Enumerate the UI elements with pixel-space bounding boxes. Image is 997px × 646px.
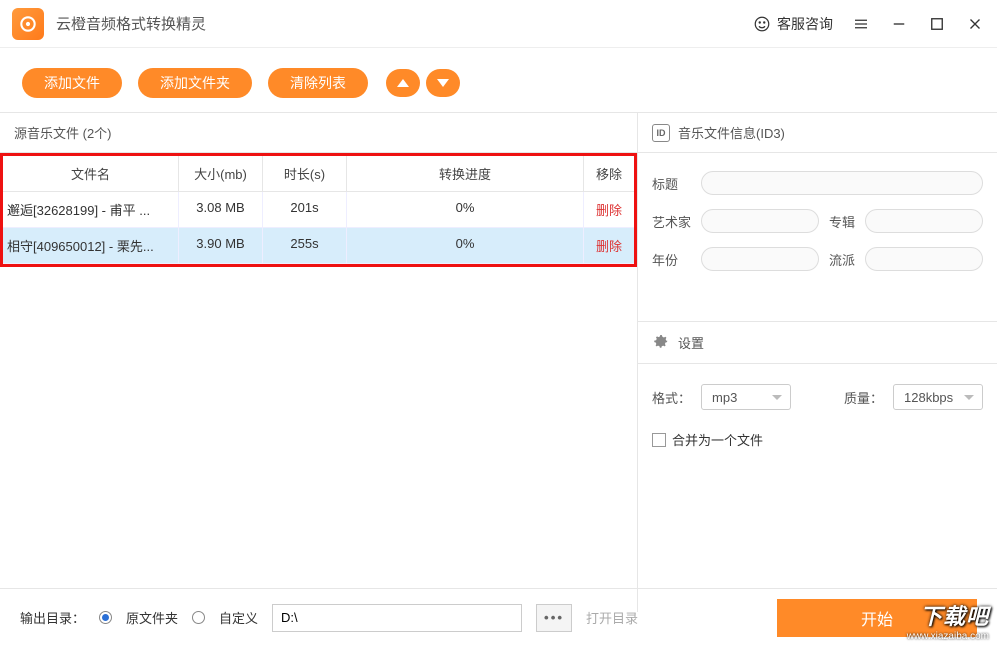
start-button[interactable]: 开始 xyxy=(777,599,977,637)
artist-label: 艺术家 xyxy=(652,212,691,231)
format-select[interactable]: mp3 xyxy=(701,384,791,410)
radio-original-folder[interactable] xyxy=(99,611,112,624)
move-up-button[interactable] xyxy=(386,69,420,97)
table-row[interactable]: 邂逅[32628199] - 甫平 ... 3.08 MB 201s 0% 删除 xyxy=(3,192,634,228)
radio-custom[interactable] xyxy=(192,611,205,624)
support-label: 客服咨询 xyxy=(777,14,833,34)
title-label: 标题 xyxy=(652,174,691,193)
settings-panel: 设置 格式： mp3 质量： 128kbps 合并为一个文件 xyxy=(638,321,997,469)
col-filename: 文件名 xyxy=(3,156,179,191)
custom-label: 自定义 xyxy=(219,608,258,627)
table-header: 文件名 大小(mb) 时长(s) 转换进度 移除 xyxy=(3,153,634,192)
main: 源音乐文件 (2个) 文件名 大小(mb) 时长(s) 转换进度 移除 邂逅[3… xyxy=(0,112,997,612)
id3-header: ID 音乐文件信息(ID3) xyxy=(638,113,997,153)
col-size: 大小(mb) xyxy=(179,156,263,191)
title-field[interactable] xyxy=(701,171,983,195)
browse-button[interactable]: ••• xyxy=(536,604,572,632)
col-remove: 移除 xyxy=(584,156,634,191)
genre-label: 流派 xyxy=(829,250,855,269)
output-path-input[interactable] xyxy=(272,604,522,632)
cell-duration: 255s xyxy=(263,228,347,263)
cell-filename: 相守[409650012] - 栗先... xyxy=(3,228,179,263)
close-icon[interactable] xyxy=(965,14,985,34)
original-folder-label: 原文件夹 xyxy=(126,608,178,627)
add-file-button[interactable]: 添加文件 xyxy=(22,68,122,98)
titlebar: 云橙音频格式转换精灵 客服咨询 xyxy=(0,0,997,48)
maximize-icon[interactable] xyxy=(927,14,947,34)
app-logo-icon xyxy=(12,8,44,40)
move-down-button[interactable] xyxy=(426,69,460,97)
left-panel: 源音乐文件 (2个) 文件名 大小(mb) 时长(s) 转换进度 移除 邂逅[3… xyxy=(0,112,637,612)
gear-icon xyxy=(652,332,670,353)
merge-label: 合并为一个文件 xyxy=(672,430,763,449)
col-progress: 转换进度 xyxy=(347,156,584,191)
cell-size: 3.08 MB xyxy=(179,192,263,227)
delete-button[interactable]: 删除 xyxy=(584,192,634,227)
quality-label: 质量： xyxy=(844,388,883,407)
album-label: 专辑 xyxy=(829,212,855,231)
open-dir-link[interactable]: 打开目录 xyxy=(586,608,638,627)
format-label: 格式： xyxy=(652,388,691,407)
genre-field[interactable] xyxy=(865,247,983,271)
year-label: 年份 xyxy=(652,250,691,269)
id3-form: 标题 艺术家 专辑 年份 流派 xyxy=(638,153,997,281)
delete-button[interactable]: 删除 xyxy=(584,228,634,263)
cell-duration: 201s xyxy=(263,192,347,227)
source-files-header: 源音乐文件 (2个) xyxy=(0,113,637,153)
output-dir-label: 输出目录： xyxy=(20,608,85,627)
support-button[interactable]: 客服咨询 xyxy=(753,14,833,34)
toolbar: 添加文件 添加文件夹 清除列表 xyxy=(0,48,997,112)
add-folder-button[interactable]: 添加文件夹 xyxy=(138,68,252,98)
clear-list-button[interactable]: 清除列表 xyxy=(268,68,368,98)
cell-progress: 0% xyxy=(347,192,584,227)
cell-size: 3.90 MB xyxy=(179,228,263,263)
id-badge-icon: ID xyxy=(652,124,670,142)
minimize-icon[interactable] xyxy=(889,14,909,34)
table-row[interactable]: 相守[409650012] - 栗先... 3.90 MB 255s 0% 删除 xyxy=(3,228,634,264)
app-title: 云橙音频格式转换精灵 xyxy=(56,13,206,34)
menu-icon[interactable] xyxy=(851,14,871,34)
col-duration: 时长(s) xyxy=(263,156,347,191)
cell-progress: 0% xyxy=(347,228,584,263)
merge-checkbox[interactable] xyxy=(652,433,666,447)
bottom-bar: 输出目录： 原文件夹 自定义 ••• 打开目录 开始 xyxy=(0,588,997,646)
merge-checkbox-row[interactable]: 合并为一个文件 xyxy=(652,430,983,449)
cell-filename: 邂逅[32628199] - 甫平 ... xyxy=(3,192,179,227)
quality-select[interactable]: 128kbps xyxy=(893,384,983,410)
artist-field[interactable] xyxy=(701,209,819,233)
right-panel: ID 音乐文件信息(ID3) 标题 艺术家 专辑 年份 流派 设置 格式： mp… xyxy=(637,112,997,612)
file-table: 文件名 大小(mb) 时长(s) 转换进度 移除 邂逅[32628199] - … xyxy=(0,153,637,267)
year-field[interactable] xyxy=(701,247,819,271)
album-field[interactable] xyxy=(865,209,983,233)
settings-header: 设置 xyxy=(638,322,997,364)
